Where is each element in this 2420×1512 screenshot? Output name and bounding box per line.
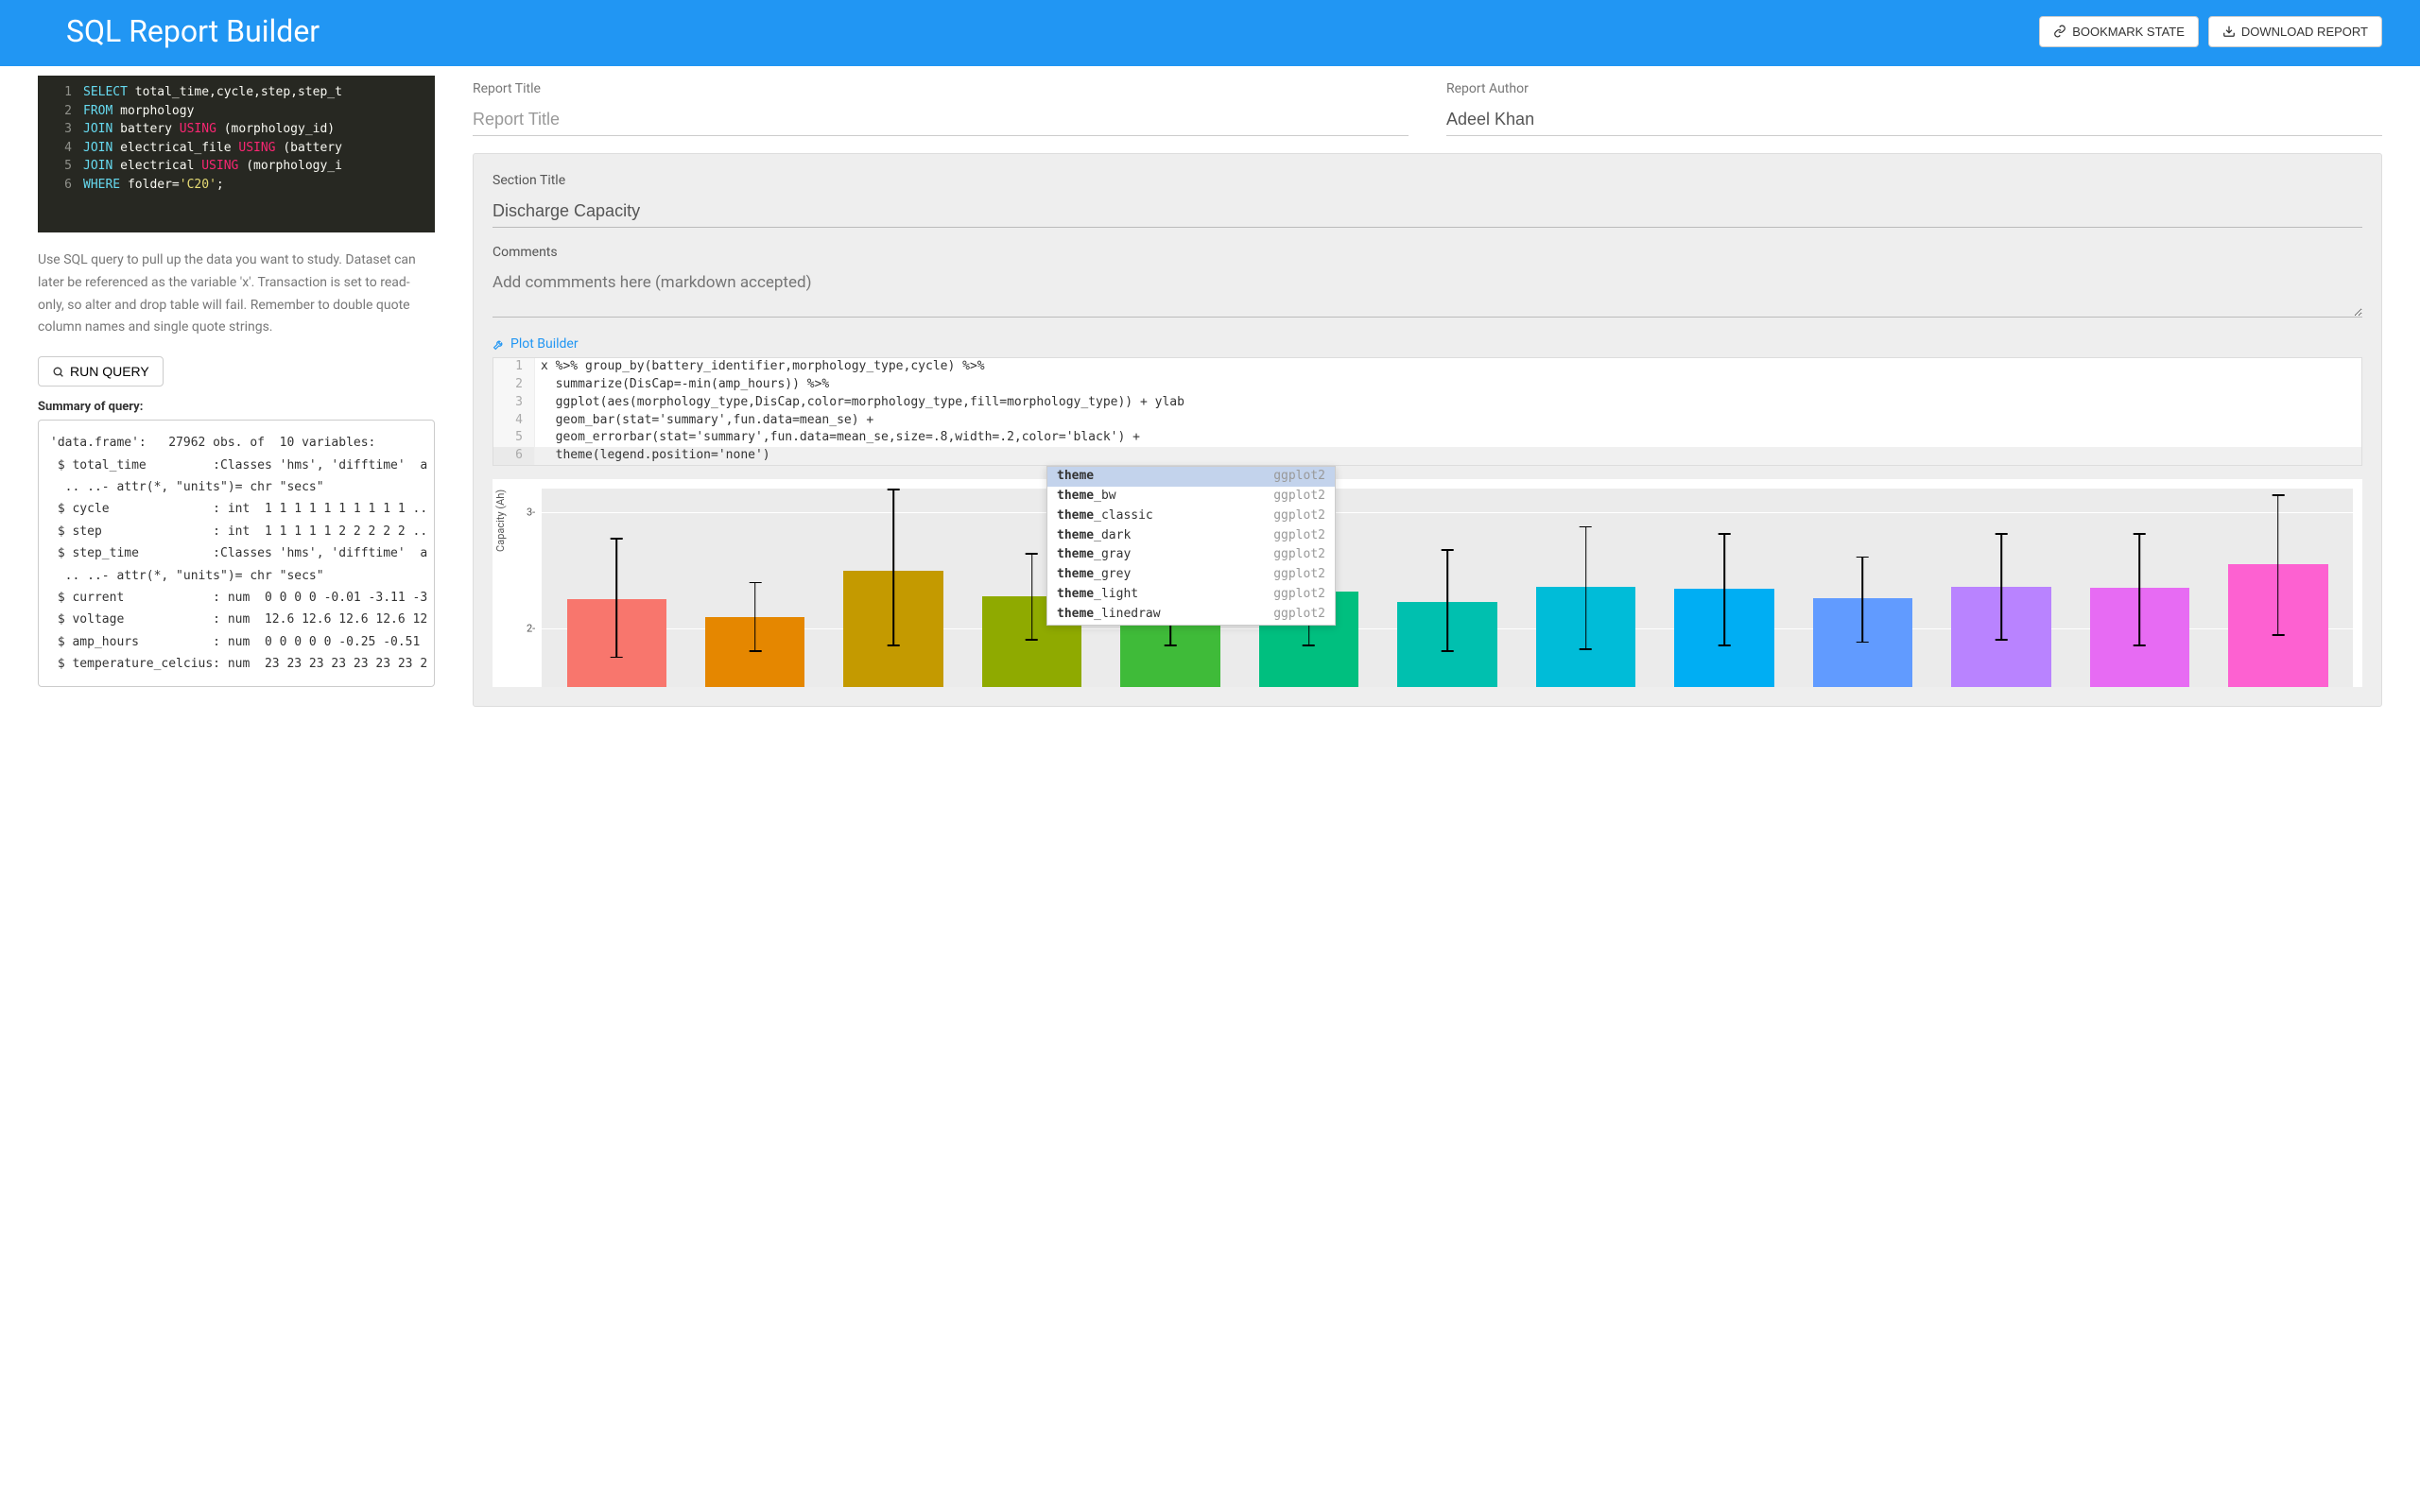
chart-ytick: 2- xyxy=(527,623,535,635)
r-code-editor[interactable]: 1x %>% group_by(battery_identifier,morph… xyxy=(493,357,2362,466)
report-title-input[interactable] xyxy=(473,106,1409,136)
wrench-icon xyxy=(493,338,505,351)
chart-area: Capacity (Ah) 2- 3- xyxy=(493,479,2362,687)
section-title-label: Section Title xyxy=(493,173,2362,188)
summary-label: Summary of query: xyxy=(38,400,435,414)
run-query-button[interactable]: RUN QUERY xyxy=(38,356,164,387)
autocomplete-item[interactable]: theme_bwggplot2 xyxy=(1047,487,1335,507)
comments-textarea[interactable] xyxy=(493,269,2362,318)
sql-help-text: Use SQL query to pull up the data you wa… xyxy=(38,249,435,339)
download-label: DOWNLOAD REPORT xyxy=(2241,25,2368,39)
plot-builder-link[interactable]: Plot Builder xyxy=(493,336,579,352)
report-author-input[interactable] xyxy=(1446,106,2382,136)
sql-editor[interactable]: 1SELECT total_time,cycle,step,step_t2FRO… xyxy=(38,76,435,232)
autocomplete-item[interactable]: theme_lightggplot2 xyxy=(1047,585,1335,605)
search-icon xyxy=(52,366,64,378)
autocomplete-item[interactable]: theme_grayggplot2 xyxy=(1047,545,1335,565)
link-icon xyxy=(2053,25,2066,38)
app-title: SQL Report Builder xyxy=(66,13,320,49)
section-panel: Section Title Comments Plot Builder 1x %… xyxy=(473,153,2382,707)
bookmark-state-button[interactable]: BOOKMARK STATE xyxy=(2039,16,2199,47)
bookmark-label: BOOKMARK STATE xyxy=(2072,25,2185,39)
app-header: SQL Report Builder BOOKMARK STATE DOWNLO… xyxy=(0,0,2420,66)
run-query-label: RUN QUERY xyxy=(70,364,149,379)
chart-ytick: 3- xyxy=(527,506,535,518)
header-button-group: BOOKMARK STATE DOWNLOAD REPORT xyxy=(2039,16,2382,47)
chart-ylabel: Capacity (Ah) xyxy=(494,490,507,552)
report-title-label: Report Title xyxy=(473,81,1409,96)
plot-builder-label: Plot Builder xyxy=(510,336,579,352)
autocomplete-item[interactable]: themeggplot2 xyxy=(1047,467,1335,487)
comments-label: Comments xyxy=(493,245,2362,260)
section-title-input[interactable] xyxy=(493,198,2362,228)
autocomplete-item[interactable]: theme_classicggplot2 xyxy=(1047,507,1335,526)
download-report-button[interactable]: DOWNLOAD REPORT xyxy=(2208,16,2382,47)
autocomplete-item[interactable]: theme_darkggplot2 xyxy=(1047,526,1335,546)
autocomplete-popup[interactable]: themeggplot2theme_bwggplot2theme_classic… xyxy=(1046,466,1336,626)
query-summary-output: 'data.frame': 27962 obs. of 10 variables… xyxy=(38,420,435,687)
report-author-label: Report Author xyxy=(1446,81,2382,96)
autocomplete-item[interactable]: theme_greyggplot2 xyxy=(1047,565,1335,585)
download-icon xyxy=(2222,25,2236,38)
autocomplete-item[interactable]: theme_linedrawggplot2 xyxy=(1047,605,1335,625)
